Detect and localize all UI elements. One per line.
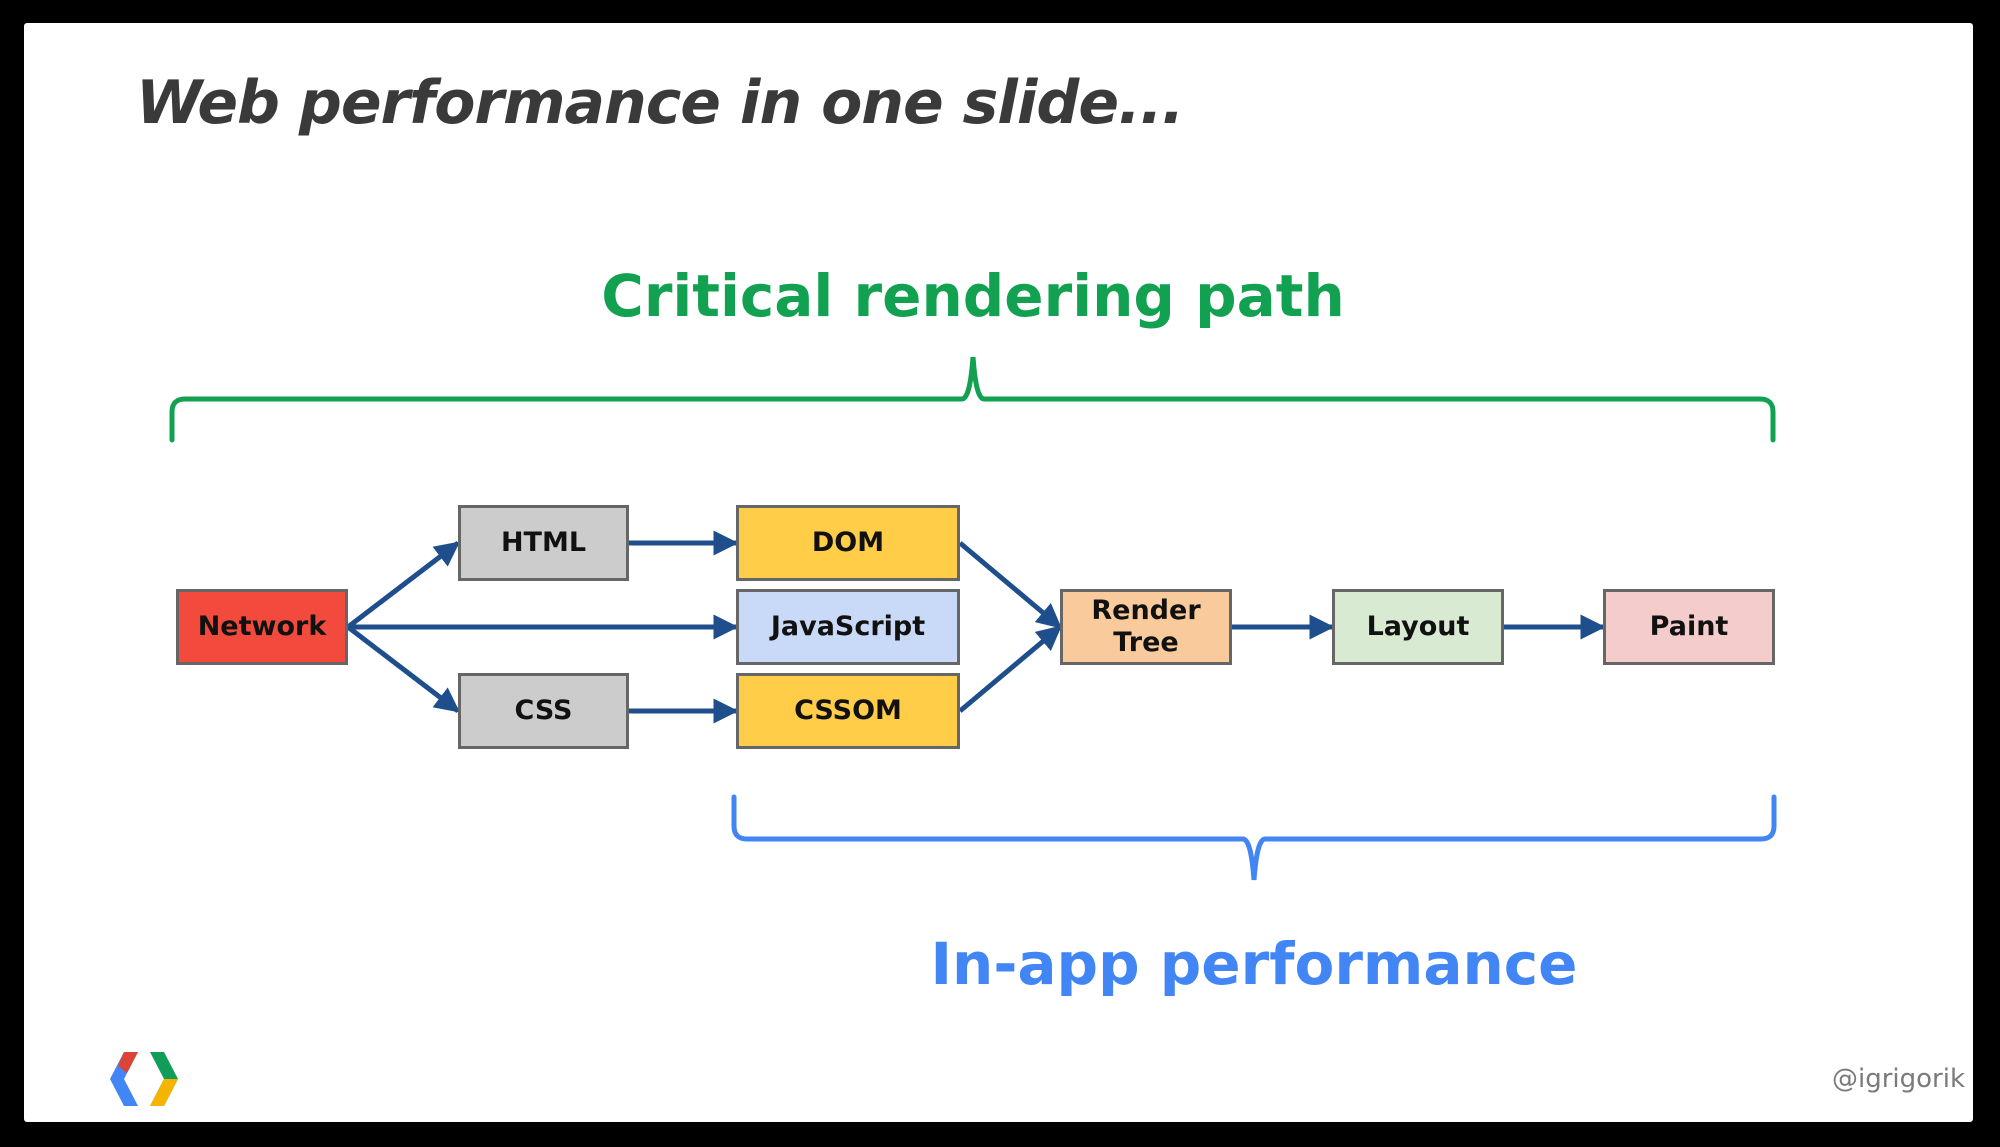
node-dom-label: DOM	[811, 527, 885, 559]
node-layout: Layout	[1332, 589, 1504, 665]
author-handle: @igrigorik	[1832, 1064, 1966, 1094]
node-javascript: JavaScript	[736, 589, 960, 665]
node-dom: DOM	[736, 505, 960, 581]
flow-diagram	[169, 356, 1777, 881]
arrow-cssom-to-render_tree	[958, 625, 1062, 713]
node-html-label: HTML	[500, 527, 587, 559]
node-render-tree: Render Tree	[1060, 589, 1232, 665]
node-layout-label: Layout	[1366, 611, 1470, 643]
node-network-label: Network	[197, 611, 327, 643]
arrow-network-to-html	[346, 541, 460, 629]
critical-path-brace	[169, 356, 1776, 443]
node-paint-label: Paint	[1649, 611, 1729, 643]
arrow-network-to-css	[346, 625, 460, 713]
node-javascript-label: JavaScript	[770, 611, 926, 643]
google-developers-logo-icon	[110, 1052, 178, 1106]
in-app-performance-brace	[731, 794, 1777, 881]
node-css: CSS	[458, 673, 629, 749]
node-html: HTML	[458, 505, 629, 581]
node-cssom-label: CSSOM	[794, 695, 902, 727]
node-cssom: CSSOM	[736, 673, 960, 749]
node-paint: Paint	[1603, 589, 1775, 665]
node-css-label: CSS	[514, 695, 573, 727]
node-render-tree-label: Render Tree	[1091, 595, 1201, 658]
arrow-dom-to-render_tree	[958, 541, 1062, 629]
node-network: Network	[176, 589, 348, 665]
